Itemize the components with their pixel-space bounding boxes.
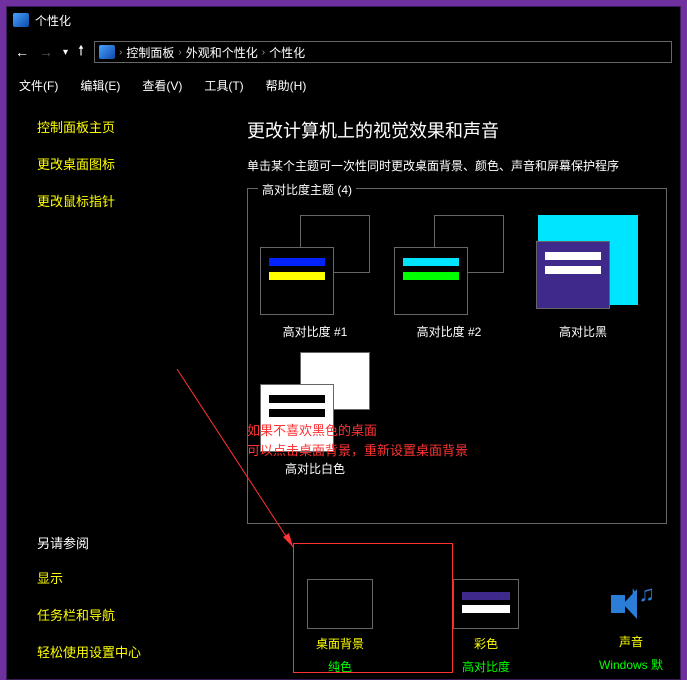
back-button[interactable]: ← — [15, 44, 29, 60]
nav-row: ← → ▾ 🠕 › 控制面板 › 外观和个性化 › 个性化 — [7, 37, 680, 67]
sound-button[interactable]: ♪♫ 声音 Windows 默 — [599, 579, 663, 675]
theme-front — [260, 247, 334, 315]
breadcrumb[interactable]: 外观和个性化 — [186, 44, 258, 61]
color-button[interactable]: 彩色 高对比度 — [453, 579, 519, 675]
bottom-title: 桌面背景 — [316, 635, 364, 652]
theme-thumb — [260, 215, 370, 315]
forward-button[interactable]: → — [39, 44, 53, 60]
color-bar — [269, 409, 325, 417]
annotation-text: 如果不喜欢黑色的桌面 可以点击桌面背景，重新设置桌面背景 — [247, 421, 468, 461]
theme-item[interactable]: 高对比度 #1 — [260, 215, 370, 340]
bottom-sub: 高对比度 — [462, 658, 510, 675]
window-title: 个性化 — [35, 12, 71, 29]
menu-edit[interactable]: 编辑(E) — [80, 77, 120, 94]
page-subtitle: 单击某个主题可一次性同时更改桌面背景、颜色、声音和屏幕保护程序 — [247, 157, 680, 174]
annotation-line2: 可以点击桌面背景，重新设置桌面背景 — [247, 441, 468, 461]
sidebar-link-home[interactable]: 控制面板主页 — [37, 117, 247, 136]
menu-view[interactable]: 查看(V) — [142, 77, 182, 94]
theme-item[interactable]: 高对比度 #2 — [394, 215, 504, 340]
color-bar — [269, 258, 325, 266]
menubar: 文件(F) 编辑(E) 查看(V) 工具(T) 帮助(H) — [7, 71, 680, 99]
themes-row-1: 高对比度 #1 高对比度 #2 — [260, 215, 654, 340]
sound-icon: ♪♫ — [607, 579, 655, 627]
color-bar — [269, 395, 325, 403]
color-bar — [462, 605, 510, 613]
color-bar — [545, 252, 601, 260]
bottom-title: 声音 — [619, 633, 643, 650]
desktop-bg-thumb — [307, 579, 373, 629]
sidebar-link-desktop-icons[interactable]: 更改桌面图标 — [37, 154, 247, 173]
color-bar — [462, 592, 510, 600]
theme-thumb — [394, 215, 504, 315]
color-bar — [269, 272, 325, 280]
bottom-sub: Windows 默 — [599, 656, 663, 673]
personalization-icon — [13, 13, 29, 27]
theme-front — [536, 241, 610, 309]
chevron-right-icon: › — [178, 47, 181, 58]
chevron-right-icon: › — [262, 47, 265, 58]
theme-section: 高对比度主题 (4) 高对比度 #1 — [247, 188, 667, 524]
seealso-heading: 另请参阅 — [37, 533, 247, 552]
theme-front — [394, 247, 468, 315]
chevron-right-icon: › — [119, 47, 122, 58]
history-chevron-icon[interactable]: ▾ — [63, 47, 68, 58]
desktop-background-button[interactable]: 桌面背景 纯色 — [307, 579, 373, 675]
color-bar — [403, 258, 459, 266]
menu-file[interactable]: 文件(F) — [19, 77, 58, 94]
bottom-sub: 纯色 — [328, 658, 352, 675]
theme-label: 高对比度 #2 — [417, 323, 482, 340]
bottom-row: 桌面背景 纯色 彩色 高对比度 ♪♫ 声音 Windows 默 — [7, 579, 680, 675]
theme-label: 高对比黑 — [559, 323, 607, 340]
annotation-line1: 如果不喜欢黑色的桌面 — [247, 421, 468, 441]
address-bar[interactable]: › 控制面板 › 外观和个性化 › 个性化 — [94, 41, 672, 63]
bottom-title: 彩色 — [474, 635, 498, 652]
theme-item-selected[interactable]: 高对比黑 — [528, 215, 638, 340]
sidebar-link-mouse-pointers[interactable]: 更改鼠标指针 — [37, 191, 247, 210]
up-button[interactable]: 🠕 — [78, 40, 84, 64]
page-title: 更改计算机上的视觉效果和声音 — [247, 117, 680, 143]
window: 个性化 ← → ▾ 🠕 › 控制面板 › 外观和个性化 › 个性化 文件(F) … — [6, 6, 681, 680]
theme-thumb — [528, 215, 638, 315]
color-bar — [545, 266, 601, 274]
color-thumb — [453, 579, 519, 629]
breadcrumb[interactable]: 控制面板 — [126, 44, 174, 61]
breadcrumb[interactable]: 个性化 — [269, 44, 305, 61]
menu-help[interactable]: 帮助(H) — [266, 77, 307, 94]
menu-tools[interactable]: 工具(T) — [204, 77, 243, 94]
addr-icon — [99, 45, 115, 59]
theme-label: 高对比度 #1 — [283, 323, 348, 340]
color-bar — [403, 272, 459, 280]
titlebar: 个性化 — [7, 7, 680, 33]
section-heading: 高对比度主题 (4) — [258, 181, 356, 198]
theme-label: 高对比白色 — [285, 460, 345, 477]
